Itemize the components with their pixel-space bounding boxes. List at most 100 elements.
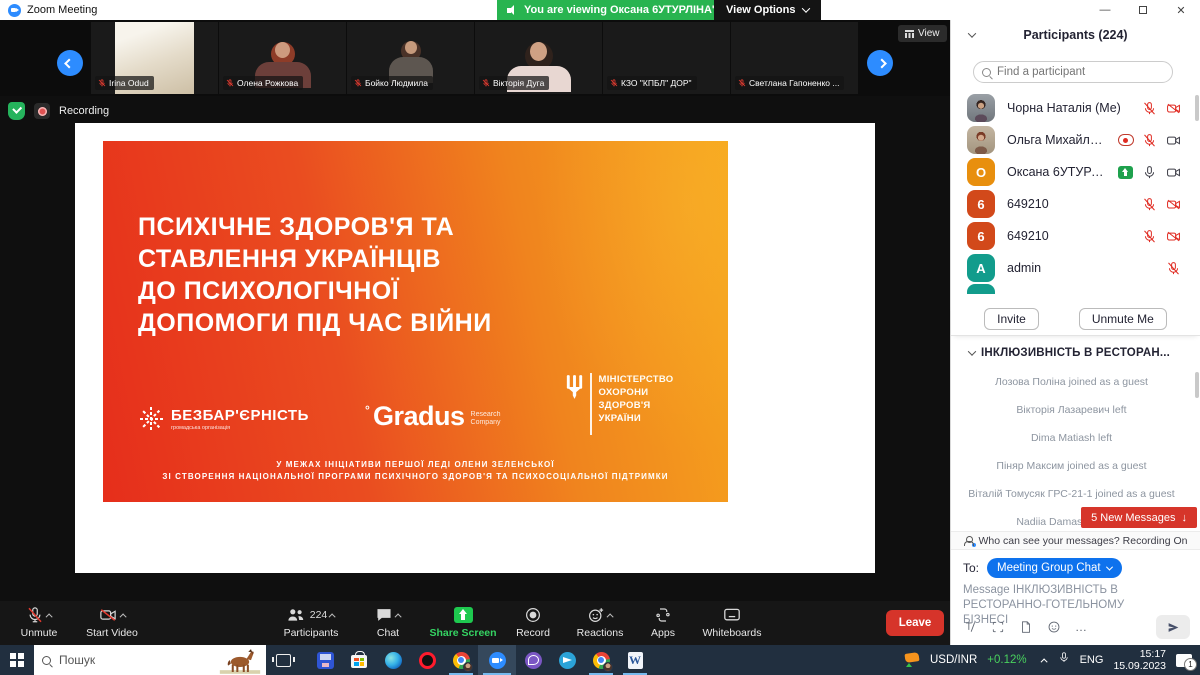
arrow-down-icon: ↓ — [1182, 512, 1188, 524]
participant-row[interactable]: A admin — [951, 252, 1192, 284]
participants-chevron[interactable] — [329, 613, 336, 620]
taskbar-app-store[interactable] — [342, 645, 376, 675]
participant-row[interactable]: O Оксана 6УТУРЛІНА — [951, 156, 1192, 188]
clock[interactable]: 15:17 15.09.2023 — [1113, 648, 1166, 672]
language-indicator[interactable]: ENG — [1080, 654, 1104, 666]
participants-button[interactable]: 224 Participants — [268, 605, 354, 639]
starburst-icon — [139, 407, 163, 431]
stock-widget-icon[interactable] — [904, 653, 920, 667]
participant-row[interactable]: 6 649210 — [951, 220, 1192, 252]
taskbar-app-viber[interactable] — [516, 645, 550, 675]
participants-scrollbar[interactable] — [1195, 95, 1199, 121]
taskbar-app-floppy[interactable] — [308, 645, 342, 675]
taskbar-app-edge[interactable] — [376, 645, 410, 675]
chat-button[interactable]: Chat — [362, 605, 414, 639]
participant-video-thumbnail[interactable]: Олена Рожкова — [219, 22, 346, 94]
new-messages-button[interactable]: 5 New Messages ↓ — [1081, 507, 1197, 528]
task-view-button[interactable] — [266, 645, 300, 675]
participant-video-thumbnail[interactable]: Светлана Гапоненко ... — [731, 22, 858, 94]
camera-off-icon — [1165, 228, 1182, 245]
video-options-chevron[interactable] — [119, 613, 126, 620]
start-button[interactable] — [0, 645, 34, 675]
more-options-icon[interactable]: … — [1075, 620, 1088, 634]
security-shield-icon[interactable] — [8, 102, 25, 120]
maximize-button[interactable] — [1124, 0, 1162, 20]
format-text-icon[interactable] — [963, 620, 977, 634]
apps-button[interactable]: Apps — [640, 605, 686, 639]
participant-video-thumbnail[interactable]: Вікторія Дуга — [475, 22, 602, 94]
trident-icon — [566, 375, 583, 399]
chat-privacy-text: Who can see your messages? Recording On — [979, 535, 1188, 547]
view-options-button[interactable]: View Options — [714, 0, 821, 20]
taskbar-app-word[interactable]: W — [618, 645, 652, 675]
recording-indicator: Recording — [8, 102, 109, 120]
taskbar-app-telegram[interactable] — [550, 645, 584, 675]
muted-mic-icon — [482, 78, 490, 88]
ticker-pair[interactable]: USD/INR — [930, 654, 977, 666]
hidden-icons-chevron[interactable] — [1040, 658, 1047, 665]
chat-scrollbar[interactable] — [1195, 372, 1199, 398]
notifications-icon[interactable] — [1176, 654, 1192, 667]
chrome-icon — [593, 652, 610, 669]
tray-mic-icon[interactable] — [1058, 650, 1070, 670]
gradus-logo: °Gradus ResearchCompany — [365, 401, 501, 432]
minimize-button[interactable]: — — [1086, 0, 1124, 20]
share-screen-button[interactable]: Share Screen — [420, 605, 506, 639]
participant-name: Оксана 6УТУРЛІНА — [1007, 165, 1105, 179]
slide-title-line: СТАВЛЕННЯ УКРАЇНЦІВ — [138, 243, 492, 275]
reactions-chevron[interactable] — [606, 613, 613, 620]
taskbar-app-zoom[interactable] — [478, 645, 516, 675]
emoji-icon[interactable] — [1047, 620, 1061, 634]
reactions-button[interactable]: Reactions — [566, 605, 634, 639]
filmstrip-next-button[interactable] — [867, 50, 893, 76]
taskbar-search[interactable]: Пошук — [34, 645, 266, 675]
mic-options-chevron[interactable] — [45, 613, 52, 620]
horse-image — [218, 647, 262, 675]
screenshot-icon[interactable] — [991, 620, 1005, 634]
ministry-logo-line: УКРАЇНИ — [599, 412, 674, 425]
recording-dot-icon[interactable] — [34, 103, 50, 119]
filmstrip-prev-button[interactable] — [57, 50, 83, 76]
invite-button[interactable]: Invite — [984, 308, 1039, 330]
ministry-logo-line: ЗДОРОВ'Я — [599, 399, 674, 412]
leave-button[interactable]: Leave — [886, 610, 944, 636]
attach-file-icon[interactable] — [1019, 620, 1033, 634]
whiteboards-button[interactable]: Whiteboards — [690, 605, 774, 639]
chat-privacy-note[interactable]: Who can see your messages? Recording On — [951, 531, 1200, 550]
participant-video-thumbnail[interactable]: Irina Odud — [91, 22, 218, 94]
participant-row[interactable]: Чорна Наталія (Me) — [951, 92, 1192, 124]
participant-name: 649210 — [1007, 197, 1129, 211]
camera-on-icon — [1165, 132, 1182, 149]
avatar — [967, 94, 995, 122]
participant-row[interactable]: 6 649210 — [951, 188, 1192, 220]
time-text: 15:17 — [1113, 648, 1166, 660]
chat-chevron[interactable] — [394, 613, 401, 620]
search-placeholder: Пошук — [59, 653, 95, 667]
unmute-me-button[interactable]: Unmute Me — [1079, 308, 1167, 330]
participants-label: Participants — [284, 627, 339, 639]
record-icon — [524, 606, 542, 624]
close-button[interactable]: ✕ — [1162, 0, 1200, 20]
participant-video-thumbnail[interactable]: КЗО "КПБЛ" ДОР" — [603, 22, 730, 94]
participant-name: admin — [1007, 261, 1153, 275]
taskbar-app-opera[interactable] — [410, 645, 444, 675]
taskbar-app-chrome-1[interactable] — [444, 645, 478, 675]
send-message-button[interactable] — [1156, 615, 1190, 639]
participant-name-label: Бойко Людмила — [351, 76, 433, 90]
taskbar-app-chrome-2[interactable] — [584, 645, 618, 675]
participant-name: 649210 — [1007, 229, 1129, 243]
record-button[interactable]: Record — [505, 605, 561, 639]
participant-search[interactable] — [973, 61, 1173, 83]
slide-title: ПСИХІЧНЕ ЗДОРОВ'Я ТАСТАВЛЕННЯ УКРАЇНЦІВД… — [138, 211, 492, 339]
chat-recipient-selector[interactable]: Meeting Group Chat — [987, 558, 1122, 578]
participant-row[interactable]: Ольга Михайлова (Host) — [951, 124, 1192, 156]
gradus-degree-mark: ° — [365, 403, 369, 417]
muted-mic-icon — [738, 78, 746, 88]
date-text: 15.09.2023 — [1113, 660, 1166, 672]
participant-search-input[interactable] — [997, 66, 1147, 78]
presentation-slide: ПСИХІЧНЕ ЗДОРОВ'Я ТАСТАВЛЕННЯ УКРАЇНЦІВД… — [103, 141, 728, 502]
view-layout-button[interactable]: View — [898, 25, 947, 42]
unmute-button[interactable]: Unmute — [10, 605, 68, 639]
start-video-button[interactable]: Start Video — [76, 605, 148, 639]
participant-video-thumbnail[interactable]: Бойко Людмила — [347, 22, 474, 94]
